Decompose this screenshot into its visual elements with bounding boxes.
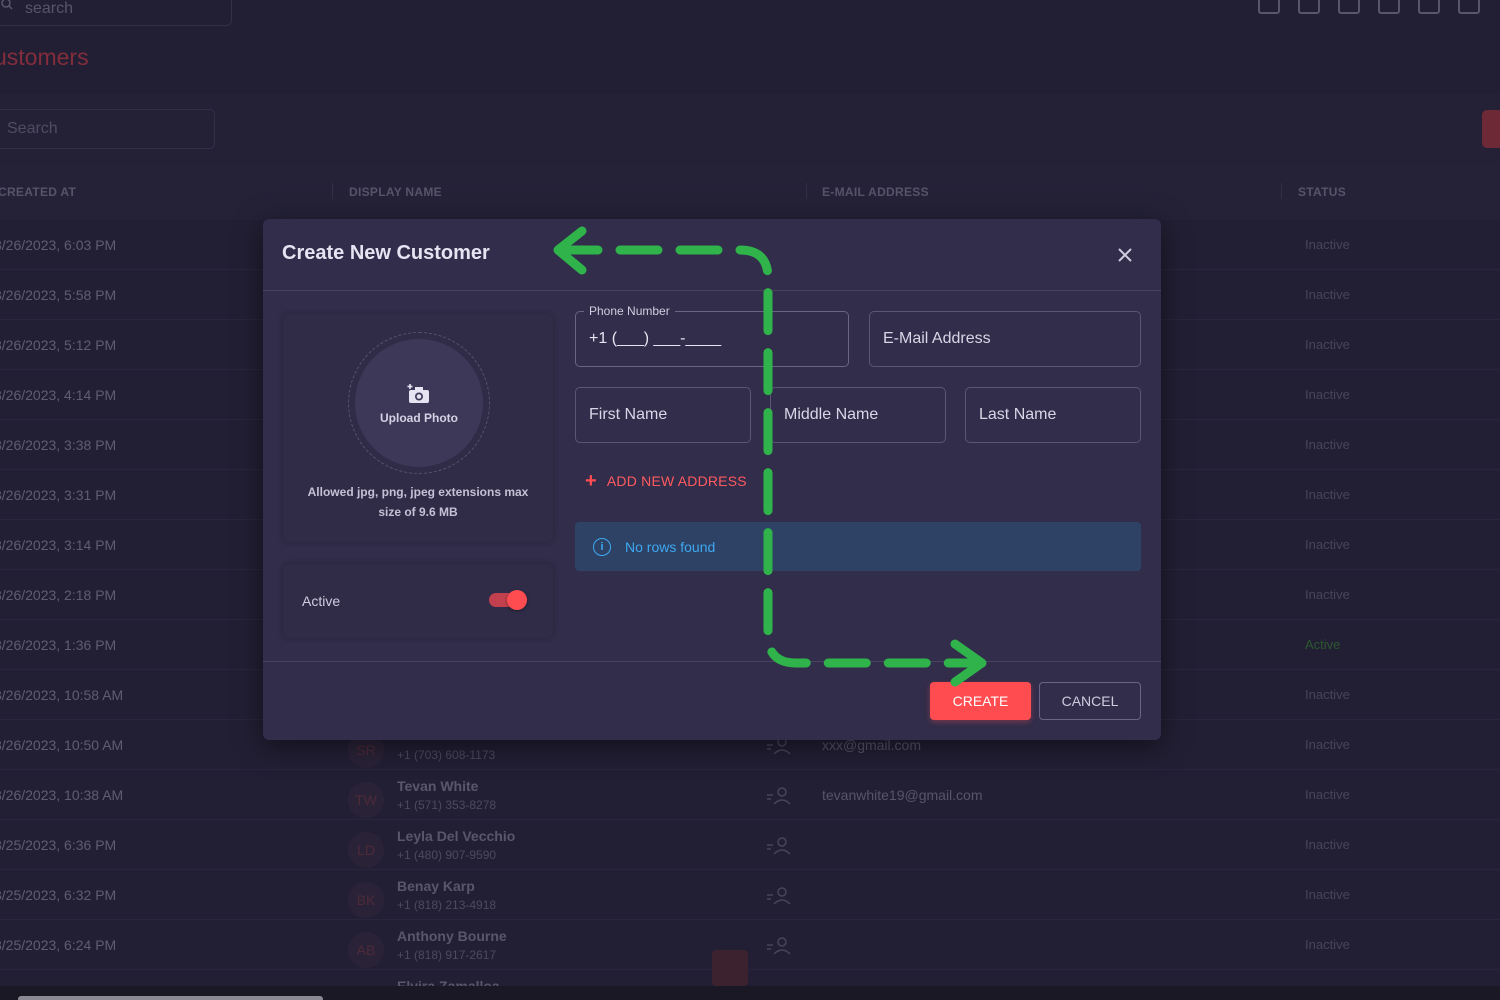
phone-number-label: Phone Number (584, 304, 675, 318)
toggle-knob (507, 590, 527, 610)
app-window: search ustomers Search CREATED AT DISPLA… (0, 0, 1500, 1000)
no-rows-text: No rows found (625, 538, 716, 555)
dialog-footer-divider (263, 661, 1161, 662)
first-name-placeholder: First Name (589, 406, 668, 423)
create-button[interactable]: CREATE (930, 682, 1031, 720)
upload-photo-button[interactable]: Upload Photo (355, 339, 483, 467)
email-placeholder: E-Mail Address (883, 330, 991, 347)
phone-number-field[interactable]: Phone Number +1 (___) ___-____ (575, 304, 849, 367)
create-customer-dialog: Create New Customer Upload Photo Allowed… (263, 219, 1161, 740)
photo-upload-card: Upload Photo Allowed jpg, png, jpeg exte… (283, 314, 553, 542)
cancel-button[interactable]: CANCEL (1039, 682, 1141, 720)
info-icon: i (593, 537, 611, 556)
first-name-field[interactable]: First Name (575, 387, 751, 443)
middle-name-field[interactable]: Middle Name (770, 387, 946, 443)
active-status-card: Active (283, 564, 553, 638)
dialog-header-divider (263, 290, 1161, 291)
camera-icon (407, 384, 429, 403)
phone-number-value: +1 (___) ___-____ (589, 330, 722, 347)
close-icon[interactable] (1113, 243, 1137, 267)
active-toggle[interactable] (489, 590, 527, 610)
last-name-field[interactable]: Last Name (965, 387, 1141, 443)
add-new-address-label: ADD NEW ADDRESS (606, 473, 747, 489)
no-rows-alert: i No rows found (575, 522, 1141, 571)
middle-name-placeholder: Middle Name (784, 406, 879, 423)
active-label: Active (302, 593, 341, 609)
last-name-placeholder: Last Name (979, 406, 1057, 423)
email-field[interactable]: E-Mail Address (869, 311, 1141, 367)
dialog-title: Create New Customer (282, 242, 490, 264)
photo-dropzone: Upload Photo (348, 332, 490, 474)
plus-icon: + (585, 470, 597, 492)
add-new-address-button[interactable]: + ADD NEW ADDRESS (585, 470, 747, 492)
upload-photo-label: Upload Photo (380, 411, 458, 425)
upload-hint: Allowed jpg, png, jpeg extensions max si… (307, 485, 529, 519)
